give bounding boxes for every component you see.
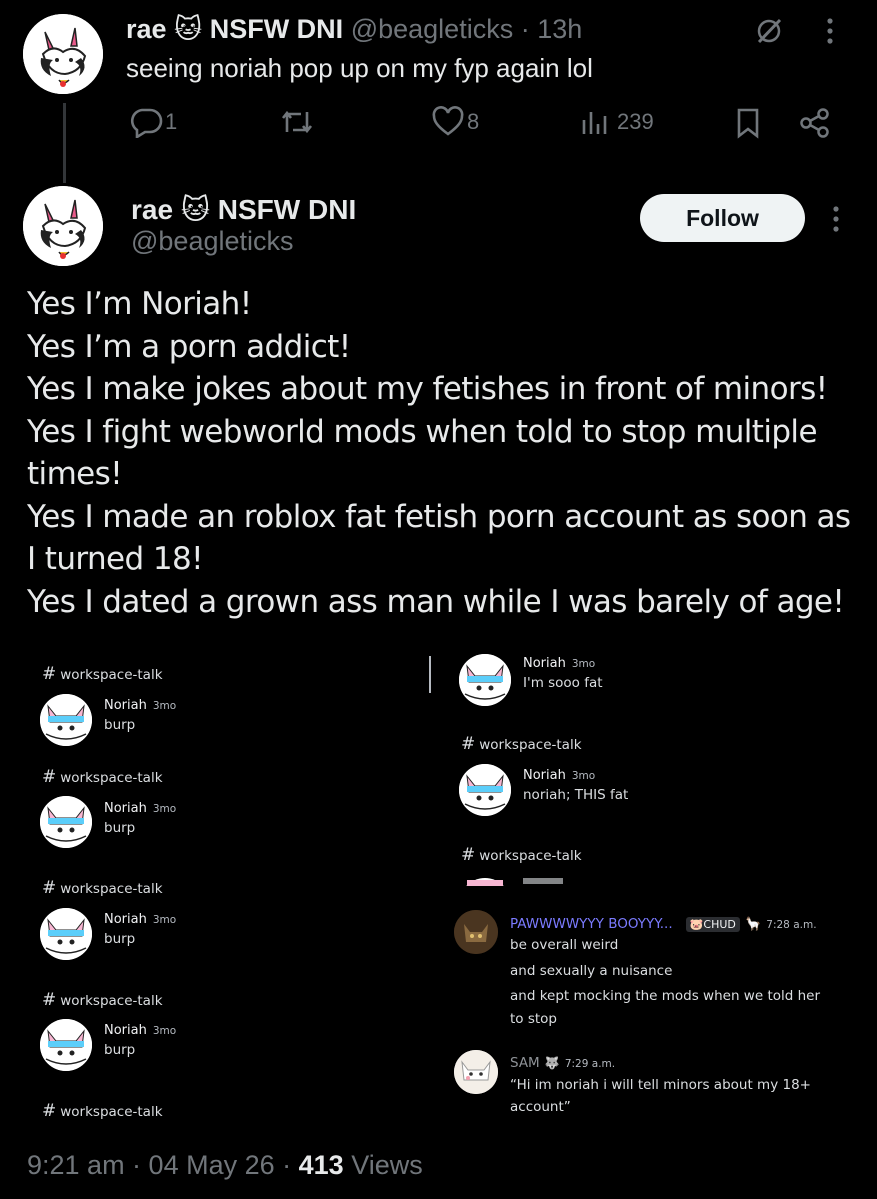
post-line: times! <box>27 456 123 492</box>
message-author: Noriah 3mo <box>523 768 596 783</box>
views-button[interactable]: 239 <box>579 106 654 138</box>
thread-line <box>63 103 66 183</box>
channel-header: # workspace-talk <box>42 1101 163 1121</box>
post-line: Yes I’m a porn addict! <box>27 328 351 365</box>
chat-author: PAWWWWYYY BOOYYY... <box>510 916 673 932</box>
display-name[interactable]: rae 🐱 NSFW DNI <box>126 14 343 44</box>
message-text: burp <box>104 717 136 733</box>
discord-avatar <box>459 654 511 706</box>
discord-avatar <box>40 796 92 848</box>
main-avatar[interactable] <box>23 186 103 266</box>
reply-button[interactable]: 1 <box>129 106 177 138</box>
post-header: rae 🐱 NSFW DNI @beagleticks · 13h <box>126 14 582 45</box>
chat-line: account” <box>510 1099 571 1115</box>
message-text: burp <box>104 931 136 947</box>
views-total: 413 <box>298 1150 344 1180</box>
post-line: Yes I make jokes about my fetishes in fr… <box>27 371 828 407</box>
post-text: seeing noriah pop up on my fyp again lol <box>126 53 593 83</box>
more-icon[interactable] <box>822 14 838 48</box>
message-author: Noriah 3mo <box>104 1023 177 1038</box>
views-count: 239 <box>617 109 654 134</box>
chat-line: and sexually a nuisance <box>510 963 673 979</box>
discord-avatar <box>459 764 511 816</box>
like-icon <box>432 106 464 136</box>
follow-button[interactable]: Follow <box>640 194 805 242</box>
message-author: Noriah 3mo <box>523 656 596 671</box>
user-handle[interactable]: @beagleticks <box>351 14 514 44</box>
post-line: Yes I fight webworld mods when told to s… <box>27 413 818 450</box>
avatar[interactable] <box>23 14 103 94</box>
discord-avatar <box>40 908 92 960</box>
discord-avatar <box>454 910 498 954</box>
like-count: 8 <box>467 109 480 134</box>
chat-line: to stop <box>510 1011 557 1027</box>
repost-button[interactable] <box>279 106 315 138</box>
message-text: burp <box>104 820 136 836</box>
reply-icon <box>130 108 163 138</box>
like-button[interactable]: 8 <box>431 106 479 138</box>
role-tag: 🐷CHUD <box>685 917 740 932</box>
post-line: Yes I made an roblox fat fetish porn acc… <box>27 498 851 535</box>
message-author: Noriah 3mo <box>104 912 177 927</box>
discord-avatar <box>40 1019 92 1071</box>
channel-header: # workspace-talk <box>42 664 163 684</box>
channel-header: # workspace-talk <box>42 878 163 898</box>
post-line: Yes I dated a grown ass man while I was … <box>27 583 845 620</box>
main-display-name[interactable]: rae 🐱 NSFW DNI <box>131 193 356 226</box>
post-line: Yes I’m Noriah! <box>27 286 252 322</box>
chat-author: SAM <box>510 1055 540 1071</box>
attached-image[interactable]: # workspace-talk Noriah 3mo burp # workspac… <box>20 650 860 1130</box>
chat-header: PAWWWWYYY BOOYYY... 🐷CHUD 🦙 7:28 a.m. <box>510 913 817 932</box>
chat-time: 7:29 a.m. <box>564 1058 616 1070</box>
channel-header: # workspace-talk <box>461 734 582 754</box>
discord-avatar <box>40 694 92 746</box>
bookmark-icon[interactable] <box>732 106 764 140</box>
divider <box>429 656 431 693</box>
channel-header: # workspace-talk <box>42 767 163 787</box>
message-text: noriah; THIS fat <box>523 787 629 803</box>
message-author: Noriah 3mo <box>104 801 177 816</box>
reply-count: 1 <box>165 109 178 134</box>
discord-avatar <box>454 1050 498 1094</box>
post-body: Yes I’m Noriah! Yes I’m a porn addict! Y… <box>27 283 867 623</box>
chat-line: “Hi im noriah i will tell minors about m… <box>510 1077 811 1093</box>
channel-header: # workspace-talk <box>42 990 163 1010</box>
chat-line: and kept mocking the mods when we told h… <box>510 988 821 1004</box>
post-time[interactable]: · 13h <box>521 14 583 44</box>
channel-header: # workspace-talk <box>461 845 582 865</box>
cropped-row <box>459 878 579 886</box>
views-icon <box>582 112 607 134</box>
chat-time: 7:28 a.m. <box>766 919 817 931</box>
share-icon[interactable] <box>797 106 833 140</box>
chat-line: be overall weird <box>510 937 619 953</box>
chat-header: SAM 🐺 7:29 a.m. <box>510 1052 615 1071</box>
main-more-icon[interactable] <box>828 202 844 236</box>
post-timestamp[interactable]: 9:21 am · 04 May 26 · <box>27 1150 291 1180</box>
post-line: I turned 18! <box>27 541 204 577</box>
views-label: Views <box>351 1150 423 1180</box>
badge-icon: 🦙 <box>745 917 762 932</box>
message-author: Noriah 3mo <box>104 698 177 713</box>
repost-icon <box>281 110 313 134</box>
message-text: burp <box>104 1042 136 1058</box>
post-meta: 9:21 am · 04 May 26 · 413 Views <box>27 1150 423 1181</box>
badge-icon: 🐺 <box>544 1056 560 1070</box>
main-user-handle[interactable]: @beagleticks <box>131 226 294 257</box>
grok-icon[interactable] <box>752 14 786 48</box>
message-text: I'm sooo fat <box>523 675 603 691</box>
